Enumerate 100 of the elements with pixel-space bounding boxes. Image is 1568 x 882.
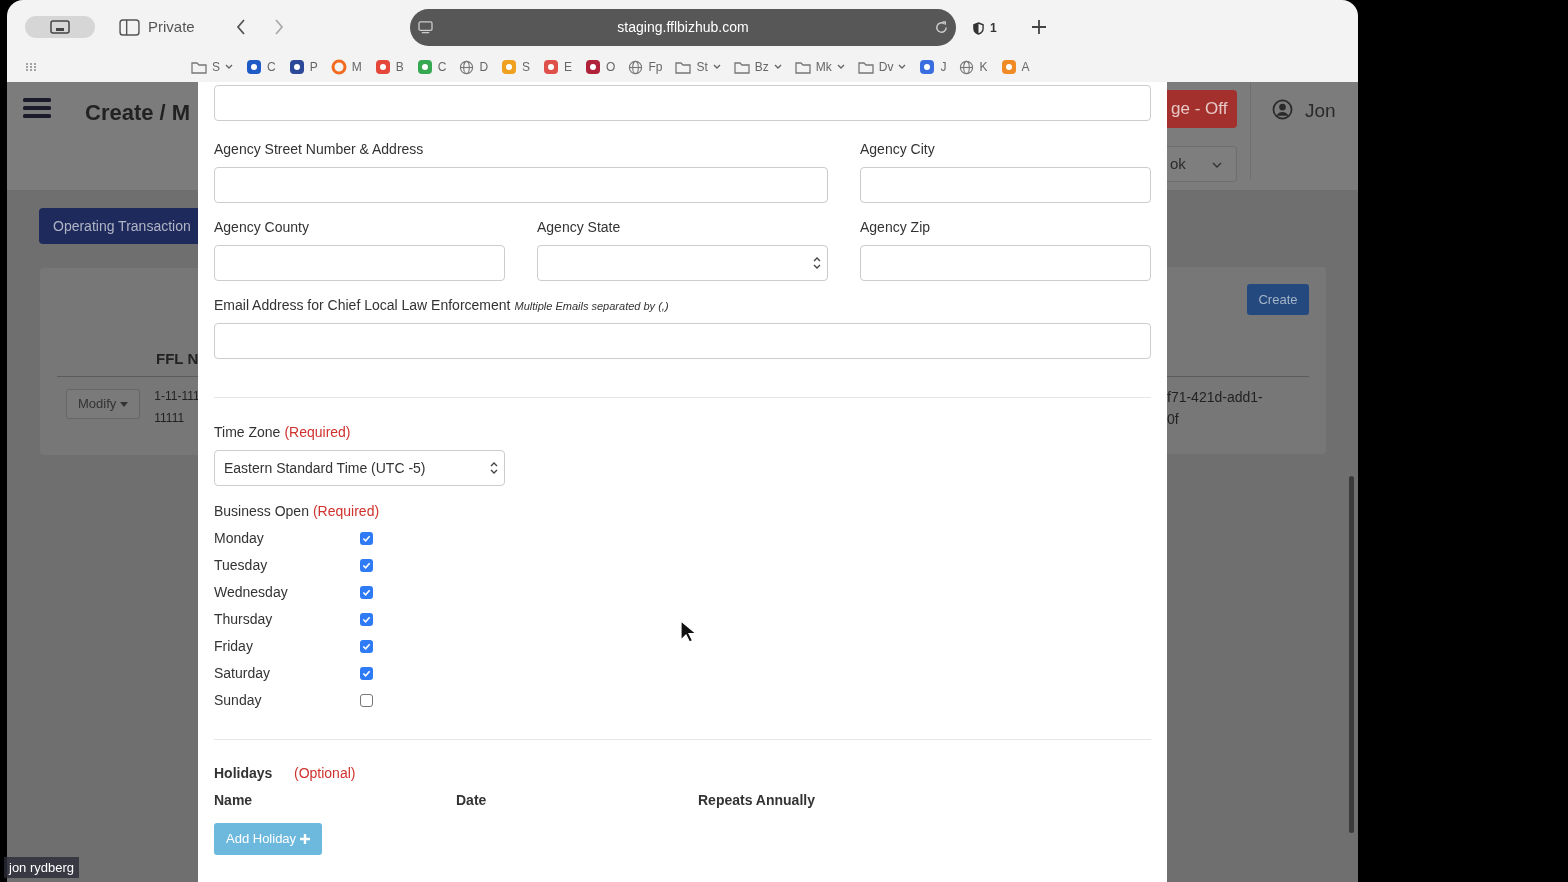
check-icon: [362, 561, 371, 570]
day-label: Sunday: [214, 691, 263, 710]
folder-icon: [857, 60, 874, 74]
bookmark[interactable]: M: [330, 58, 362, 76]
forward-icon[interactable]: [274, 19, 284, 35]
bookmark[interactable]: A: [1000, 58, 1030, 76]
bookmark[interactable]: J: [919, 58, 947, 76]
input-field[interactable]: [860, 245, 1151, 281]
column-header: FFL N: [155, 349, 198, 368]
field-label: Agency City: [860, 140, 936, 157]
select-arrows-icon: [813, 257, 821, 269]
bookmark[interactable]: Fp: [628, 58, 663, 76]
apps-grid-icon[interactable]: [25, 62, 39, 72]
bookmark[interactable]: C: [246, 58, 276, 76]
modify-button[interactable]: Modify: [66, 389, 141, 419]
sidebar-button[interactable]: Private: [119, 14, 195, 40]
field-label: Business Open: [214, 502, 309, 521]
dropdown[interactable]: ok: [1167, 146, 1237, 182]
checkbox[interactable]: [360, 613, 373, 626]
checkbox[interactable]: [360, 694, 373, 707]
table-cell-text: 1-11-111 11111: [154, 388, 200, 427]
input-field[interactable]: [214, 167, 828, 203]
scrollbar[interactable]: [1349, 476, 1354, 833]
required-note: (Required): [284, 423, 351, 442]
new-tab-icon[interactable]: [1031, 19, 1047, 35]
checkbox[interactable]: [360, 532, 373, 545]
day-label: Friday: [214, 637, 254, 656]
select-field[interactable]: Eastern Standard Time (UTC -5): [214, 450, 505, 486]
bookmark[interactable]: Bz: [733, 58, 782, 76]
select-field[interactable]: [537, 245, 828, 281]
check-icon: [362, 588, 371, 597]
bookmark[interactable]: K: [959, 58, 988, 76]
day-label: Monday: [214, 529, 265, 548]
field-label: Agency Zip: [860, 218, 932, 235]
page-title: Create / M: [85, 99, 191, 127]
field-label: Agency State: [537, 218, 622, 235]
participant-name-label: jon rydberg: [4, 857, 80, 878]
folder-icon: [733, 60, 750, 74]
create-button[interactable]: Create: [1247, 284, 1309, 315]
folder-icon: [675, 60, 692, 74]
checkbox[interactable]: [360, 640, 373, 653]
column-header: Name: [214, 791, 254, 808]
tab-button[interactable]: Operating Transaction: [39, 208, 198, 244]
field-label: Agency Street Number & Address: [214, 140, 425, 157]
reload-icon[interactable]: [934, 20, 949, 35]
globe-icon: [959, 59, 975, 75]
bookmark[interactable]: O: [585, 58, 616, 76]
page-icon: [418, 21, 433, 34]
section-title: Holidays: [214, 764, 274, 783]
tab-overview-button[interactable]: [25, 16, 95, 38]
day-label: Tuesday: [214, 556, 269, 575]
column-header: Repeats Annually: [698, 791, 816, 808]
checkbox[interactable]: [360, 559, 373, 572]
required-note: (Required): [312, 502, 380, 521]
user-name: Jon: [1305, 99, 1336, 123]
field-label: Agency County: [214, 218, 310, 235]
plus-icon: [300, 834, 311, 844]
optional-note: (Optional): [294, 764, 356, 783]
field-label: Time Zone: [214, 423, 281, 442]
day-label: Saturday: [214, 664, 272, 683]
select-arrows-icon: [490, 462, 498, 474]
privacy-report-button[interactable]: 1: [973, 19, 997, 37]
check-icon: [362, 534, 371, 543]
folder-icon: [191, 60, 207, 74]
field-label: Email Address for Chief Local Law Enforcement: [214, 296, 511, 315]
bookmark[interactable]: S: [191, 58, 233, 76]
field-hint: Multiple Emails separated by (,): [514, 299, 669, 314]
menu-icon[interactable]: [23, 96, 51, 120]
tabs-icon: [50, 20, 70, 34]
bookmark[interactable]: S: [501, 58, 531, 76]
bookmark[interactable]: Dv: [857, 58, 907, 76]
chevron-down-icon: [1212, 162, 1222, 168]
back-icon[interactable]: [236, 19, 246, 35]
check-icon: [362, 669, 371, 678]
bookmark[interactable]: B: [374, 58, 404, 76]
check-icon: [362, 642, 371, 651]
caret-icon: [120, 401, 129, 407]
input-field[interactable]: [214, 245, 505, 281]
url-text: staging.fflbizhub.com: [617, 18, 749, 37]
sidebar-icon: [119, 18, 140, 36]
bookmark[interactable]: St: [675, 58, 721, 76]
bookmark[interactable]: P: [288, 58, 318, 76]
checkbox[interactable]: [360, 667, 373, 680]
bookmark[interactable]: C: [416, 58, 447, 76]
bookmark[interactable]: E: [543, 58, 573, 76]
address-bar[interactable]: staging.fflbizhub.com: [410, 9, 956, 46]
input-field[interactable]: [214, 323, 1151, 359]
bookmark[interactable]: D: [459, 58, 489, 76]
input-field[interactable]: [860, 167, 1151, 203]
globe-icon: [628, 59, 644, 75]
bookmark[interactable]: Mk: [794, 58, 845, 76]
day-label: Thursday: [214, 610, 274, 629]
cursor-icon: [680, 620, 696, 644]
user-icon[interactable]: [1272, 99, 1293, 120]
input-field[interactable]: [214, 85, 1151, 121]
day-label: Wednesday: [214, 583, 289, 602]
globe-icon: [459, 59, 475, 75]
checkbox[interactable]: [360, 586, 373, 599]
mode-button[interactable]: ge - Off: [1167, 90, 1237, 128]
folder-icon: [794, 60, 811, 74]
